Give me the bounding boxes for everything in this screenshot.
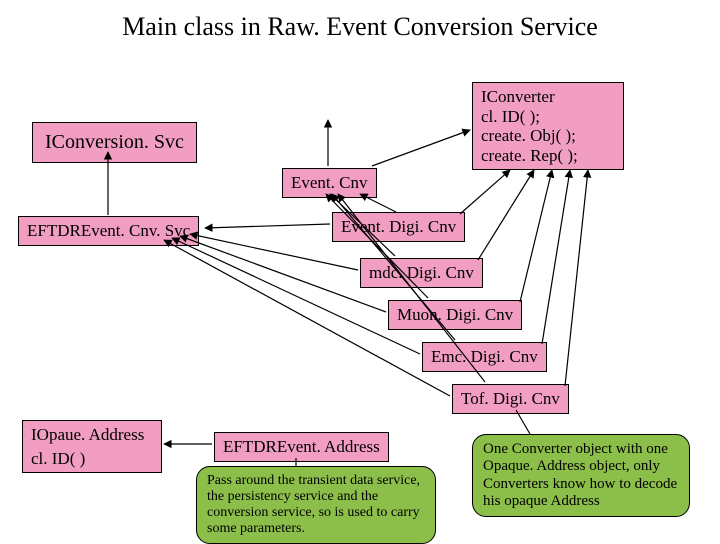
iconverter-line-2: cl. ID( ); — [481, 107, 615, 127]
box-iconversion-svc: IConversion. Svc — [32, 122, 197, 163]
iopaque-line-2: cl. ID( ) — [31, 449, 153, 469]
box-tof-digi-cnv: Tof. Digi. Cnv — [452, 384, 569, 414]
callout-right: One Converter object with one Opaque. Ad… — [472, 434, 690, 517]
box-iopaque-address: IOpaue. Address cl. ID( ) — [22, 420, 162, 473]
iconverter-line-1: IConverter — [481, 87, 615, 107]
box-emc-digi-cnv: Emc. Digi. Cnv — [422, 342, 547, 372]
box-muon-digi-cnv: Muon. Digi. Cnv — [388, 300, 522, 330]
callout-left: Pass around the transient data service, … — [196, 466, 436, 544]
box-event-cnv: Event. Cnv — [282, 168, 377, 198]
box-eftdr-event-cnv-svc: EFTDREvent. Cnv. Svc — [18, 216, 199, 246]
box-mdc-digi-cnv: mdc. Digi. Cnv — [360, 258, 483, 288]
box-iconverter: IConverter cl. ID( ); create. Obj( ); cr… — [472, 82, 624, 170]
page-title: Main class in Raw. Event Conversion Serv… — [0, 12, 720, 42]
iconverter-line-4: create. Rep( ); — [481, 146, 615, 166]
box-eftdr-event-address: EFTDREvent. Address — [214, 432, 389, 462]
iopaque-line-1: IOpaue. Address — [31, 425, 153, 445]
iconverter-line-3: create. Obj( ); — [481, 126, 615, 146]
box-event-digi-cnv: Event. Digi. Cnv — [332, 212, 465, 242]
